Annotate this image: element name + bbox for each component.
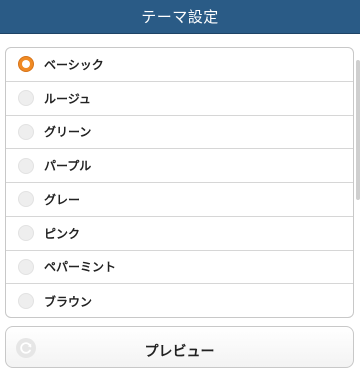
theme-option-label: グリーン <box>44 125 92 140</box>
preview-button[interactable]: プレビュー <box>5 326 354 368</box>
refresh-icon-glyph <box>20 342 32 354</box>
preview-button-label: プレビュー <box>144 344 215 360</box>
page-title: テーマ設定 <box>141 8 219 26</box>
radio-unselected-icon[interactable] <box>18 258 34 275</box>
theme-option-purple[interactable]: パープル <box>6 149 353 183</box>
theme-option-label: ルージュ <box>44 91 91 106</box>
theme-option-rouge[interactable]: ルージュ <box>6 82 353 116</box>
theme-option-peppermint[interactable]: ペパーミント <box>6 251 353 285</box>
theme-option-label: ピンク <box>44 226 81 241</box>
radio-unselected-icon[interactable] <box>18 157 34 174</box>
theme-list: ベーシック ルージュ グリーン パープル グレー ピンク ペパーミント ブラウン <box>5 47 354 318</box>
theme-option-pink[interactable]: ピンク <box>6 217 353 251</box>
theme-option-brown[interactable]: ブラウン <box>6 284 353 317</box>
theme-option-gray[interactable]: グレー <box>6 183 353 217</box>
refresh-icon <box>16 338 36 358</box>
radio-unselected-icon[interactable] <box>18 191 34 208</box>
theme-option-green[interactable]: グリーン <box>6 116 353 150</box>
title-bar: テーマ設定 <box>0 0 360 34</box>
theme-option-label: ベーシック <box>44 57 104 72</box>
radio-unselected-icon[interactable] <box>18 293 34 310</box>
radio-unselected-icon[interactable] <box>18 123 34 140</box>
radio-selected-icon[interactable] <box>18 56 34 73</box>
radio-unselected-icon[interactable] <box>18 225 34 242</box>
theme-option-label: パープル <box>44 159 92 174</box>
theme-option-basic[interactable]: ベーシック <box>6 48 353 82</box>
theme-option-label: ペパーミント <box>44 260 117 275</box>
theme-option-label: グレー <box>44 192 81 207</box>
radio-unselected-icon[interactable] <box>18 90 34 107</box>
scrollbar[interactable] <box>356 60 360 200</box>
theme-option-label: ブラウン <box>44 294 93 309</box>
